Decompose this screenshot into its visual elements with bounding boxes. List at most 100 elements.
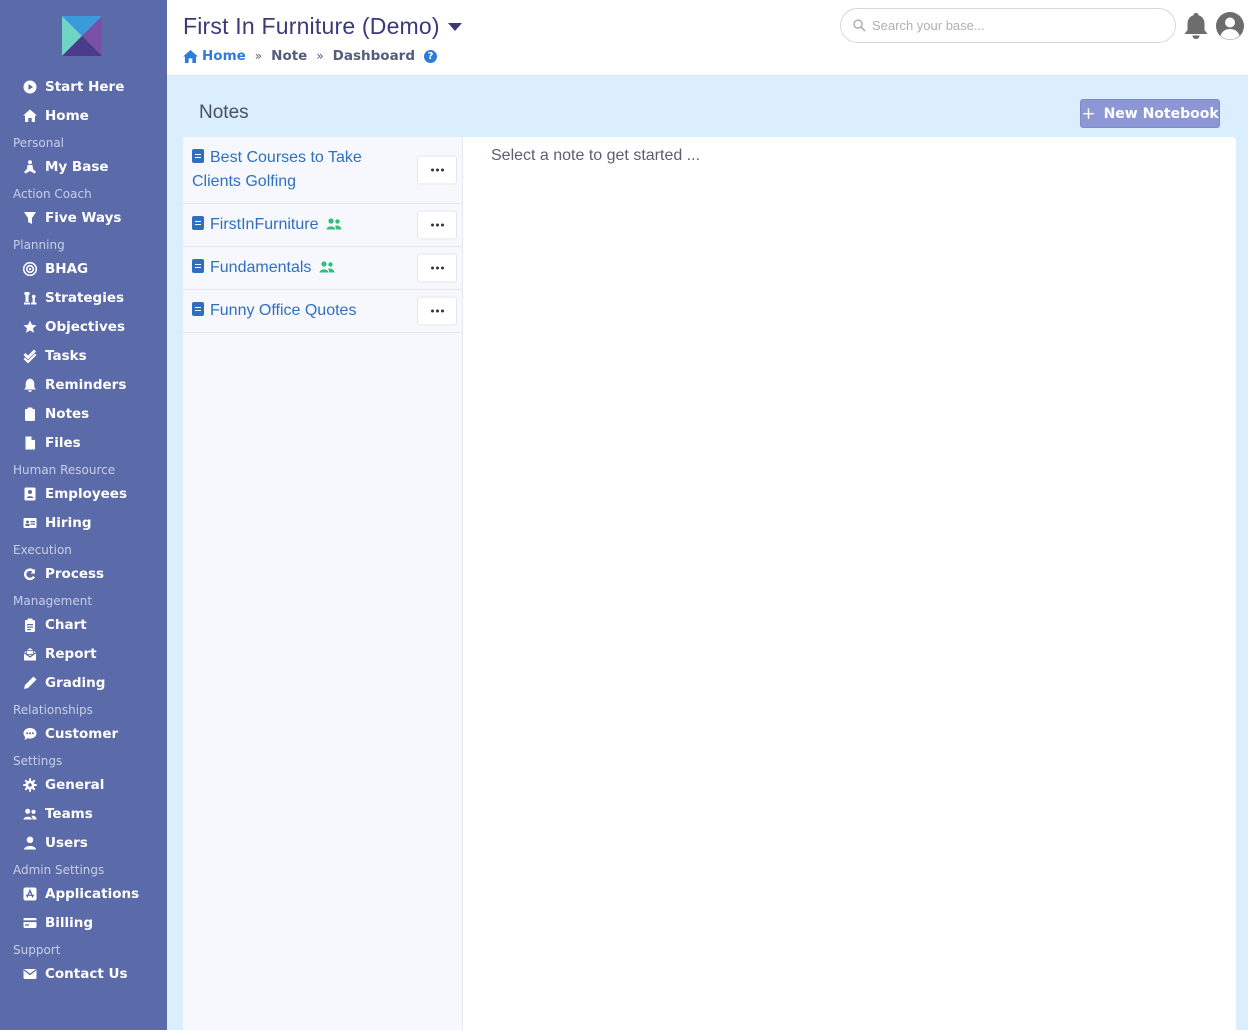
sidebar-item-employees[interactable]: Employees: [0, 479, 167, 508]
home-icon: [183, 49, 198, 63]
sidebar-item-customer[interactable]: Customer: [0, 719, 167, 748]
dot: [435, 266, 439, 270]
notebook-list: Best Courses to Take Clients Golfing Firs…: [183, 137, 463, 1030]
sidebar-item-label: Customer: [45, 725, 119, 742]
user-avatar-icon[interactable]: [1215, 11, 1245, 41]
notebook-title[interactable]: Fundamentals: [192, 256, 335, 281]
empty-note-placeholder: Select a note to get started ...: [491, 147, 701, 164]
sidebar-item-label: Process: [45, 565, 105, 582]
notebook-title[interactable]: Best Courses to Take Clients Golfing: [192, 146, 392, 194]
meditation-icon: [22, 159, 38, 175]
notebook-options-button[interactable]: [417, 155, 457, 185]
sidebar-item-start-here[interactable]: Start Here: [0, 72, 167, 101]
breadcrumb-home[interactable]: Home: [183, 48, 246, 64]
shared-team-icon: [319, 257, 335, 281]
pen-icon: [22, 675, 38, 691]
sidebar-item-objectives[interactable]: Objectives: [0, 312, 167, 341]
sidebar-item-users[interactable]: Users: [0, 828, 167, 857]
target-icon: [22, 261, 38, 277]
search-icon: [853, 19, 866, 32]
notes-section-title: Notes: [199, 102, 249, 123]
app-logo-icon[interactable]: [62, 16, 102, 56]
new-notebook-button[interactable]: + New Notebook: [1080, 99, 1220, 128]
dot: [440, 168, 444, 172]
dot: [440, 266, 444, 270]
notebook-options-button[interactable]: [417, 296, 457, 326]
dot: [430, 266, 434, 270]
users-icon: [22, 806, 38, 822]
sidebar-item-label: Start Here: [45, 78, 125, 95]
sidebar-item-strategies[interactable]: Strategies: [0, 283, 167, 312]
sidebar-item-label: Contact Us: [45, 965, 128, 982]
sidebar-item-label: Users: [45, 834, 88, 851]
star-icon: [22, 319, 38, 335]
search-box[interactable]: [840, 8, 1176, 43]
sidebar-item-home[interactable]: Home: [0, 101, 167, 130]
bell-icon: [22, 377, 38, 393]
sidebar-item-report[interactable]: Report: [0, 639, 167, 668]
sidebar-item-label: Hiring: [45, 514, 92, 531]
notebook-item[interactable]: Funny Office Quotes: [183, 290, 462, 333]
base-name: First In Furniture (Demo): [183, 13, 440, 39]
sidebar-section-personal: Personal: [13, 136, 65, 150]
clipboard-icon: [22, 406, 38, 422]
sidebar-section-management: Management: [13, 594, 93, 608]
sidebar-item-tasks[interactable]: Tasks: [0, 341, 167, 370]
help-icon[interactable]: ?: [424, 49, 438, 63]
credit-card-icon: [22, 915, 38, 931]
notebook-title[interactable]: Funny Office Quotes: [192, 299, 356, 323]
sidebar-item-process[interactable]: Process: [0, 559, 167, 588]
notebook-item[interactable]: Fundamentals: [183, 247, 462, 290]
sidebar-section-relationships: Relationships: [13, 703, 93, 717]
sidebar-item-label: Files: [45, 434, 81, 451]
breadcrumb-note[interactable]: Note: [271, 48, 307, 64]
notebook-label: Funny Office Quotes: [210, 302, 357, 319]
sidebar-item-label: Reminders: [45, 376, 127, 393]
dot: [440, 223, 444, 227]
sidebar-item-notes[interactable]: Notes: [0, 399, 167, 428]
sidebar-item-label: Chart: [45, 616, 87, 633]
sidebar-item-my-base[interactable]: My Base: [0, 152, 167, 181]
dot: [435, 168, 439, 172]
sidebar-item-grading[interactable]: Grading: [0, 668, 167, 697]
sidebar-item-teams[interactable]: Teams: [0, 799, 167, 828]
notebook-icon: [192, 215, 204, 230]
sidebar-section-admin-settings: Admin Settings: [13, 863, 105, 877]
sidebar-item-label: BHAG: [45, 260, 89, 277]
search-input[interactable]: [872, 18, 1152, 33]
sidebar-item-label: Grading: [45, 674, 106, 691]
notebook-title[interactable]: FirstInFurniture: [192, 213, 342, 238]
sidebar-nav: Start Here Home Personal My Base Action Coac…: [0, 72, 167, 988]
dot: [435, 223, 439, 227]
sidebar-item-five-ways[interactable]: Five Ways: [0, 203, 167, 232]
notifications-bell-icon[interactable]: [1183, 12, 1209, 40]
notebook-options-button[interactable]: [417, 210, 457, 240]
sidebar-item-chart[interactable]: Chart: [0, 610, 167, 639]
sidebar-item-bhag[interactable]: BHAG: [0, 254, 167, 283]
sidebar-item-hiring[interactable]: Hiring: [0, 508, 167, 537]
notebook-options-button[interactable]: [417, 253, 457, 283]
notebook-icon: [192, 149, 204, 163]
sidebar-item-general[interactable]: General: [0, 770, 167, 799]
sidebar-item-contact-us[interactable]: Contact Us: [0, 959, 167, 988]
sidebar-section-human-resource: Human Resource: [13, 463, 116, 477]
base-dropdown-caret-icon[interactable]: [447, 22, 462, 31]
sidebar-item-applications[interactable]: Applications: [0, 879, 167, 908]
sidebar-item-reminders[interactable]: Reminders: [0, 370, 167, 399]
notebook-item[interactable]: FirstInFurniture: [183, 204, 462, 247]
contact-book-icon: [22, 486, 38, 502]
sidebar-section-execution: Execution: [13, 543, 72, 557]
comment-dots-icon: [22, 726, 38, 742]
notebook-label: Fundamentals: [210, 258, 312, 276]
envelope-icon: [22, 966, 38, 982]
dot: [430, 223, 434, 227]
sidebar-item-billing[interactable]: Billing: [0, 908, 167, 937]
dot: [435, 309, 439, 313]
note-viewer: Select a note to get started ...: [463, 137, 1236, 1030]
sidebar-section-settings: Settings: [13, 754, 63, 768]
sidebar-item-label: Strategies: [45, 289, 125, 306]
five-ways-icon: [22, 210, 38, 226]
sidebar-item-files[interactable]: Files: [0, 428, 167, 457]
notebook-item[interactable]: Best Courses to Take Clients Golfing: [183, 137, 462, 204]
chess-icon: [22, 290, 38, 306]
